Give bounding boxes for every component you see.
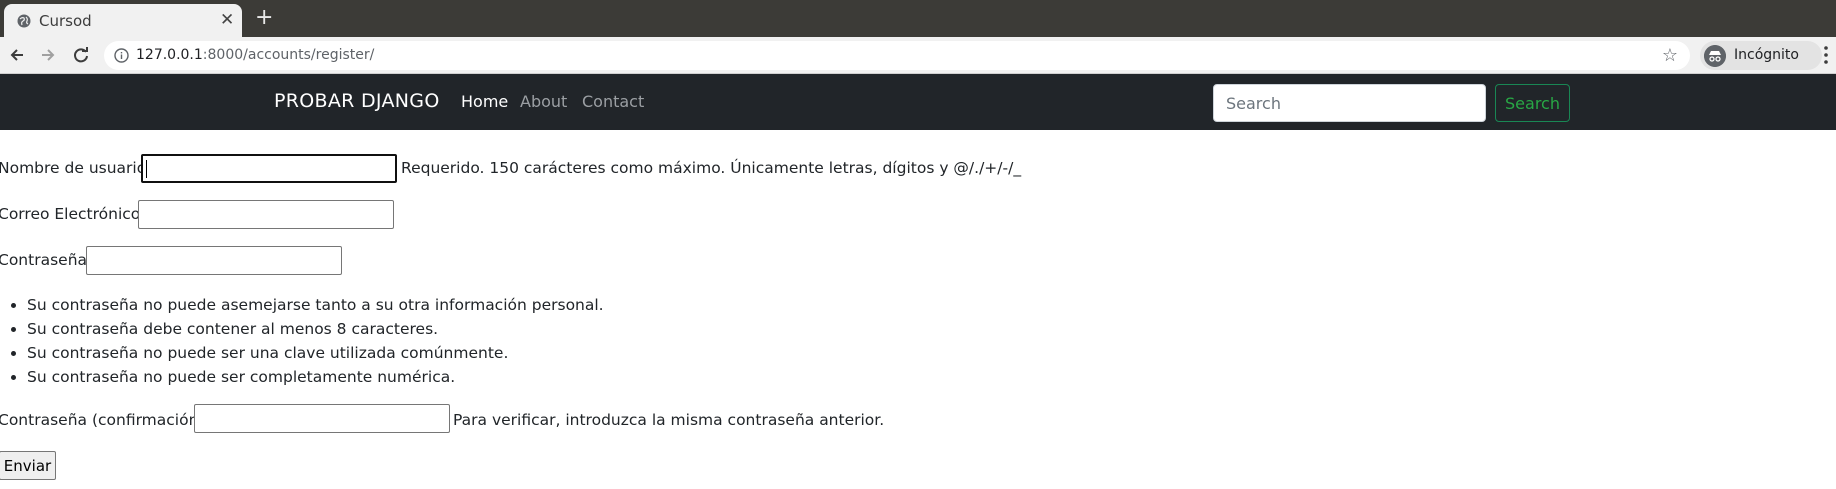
confirm-label: Contraseña (confirmación): xyxy=(0,411,210,429)
list-item: Su contraseña no puede asemejarse tanto … xyxy=(27,293,604,317)
list-item: Su contraseña debe contener al menos 8 c… xyxy=(27,317,604,341)
text-caret xyxy=(146,160,147,178)
site-navbar: PROBAR DJANGO Home About Contact Search xyxy=(0,74,1836,130)
browser-tabstrip: Cursod ✕ + xyxy=(0,0,1836,37)
confirm-help: Para verificar, introduzca la misma cont… xyxy=(453,411,885,429)
password-input[interactable] xyxy=(86,246,342,275)
incognito-label: Incógnito xyxy=(1734,47,1799,63)
password-rules-list: Su contraseña no puede asemejarse tanto … xyxy=(27,293,604,389)
incognito-badge[interactable]: Incógnito xyxy=(1700,41,1822,70)
username-input[interactable] xyxy=(141,154,397,183)
submit-button[interactable]: Enviar xyxy=(0,451,56,480)
email-label: Correo Electrónico: xyxy=(0,205,146,223)
list-item: Su contraseña no puede ser una clave uti… xyxy=(27,341,604,365)
nav-link-about[interactable]: About xyxy=(520,92,567,111)
star-icon[interactable]: ☆ xyxy=(1662,45,1678,66)
confirm-password-input[interactable] xyxy=(194,404,450,433)
plus-icon[interactable]: + xyxy=(255,5,273,31)
username-help: Requerido. 150 carácteres como máximo. Ú… xyxy=(401,159,1022,177)
navbar-brand[interactable]: PROBAR DJANGO xyxy=(274,90,440,112)
email-input[interactable] xyxy=(138,200,394,229)
browser-toolbar: 127.0.0.1:8000/accounts/register/ ☆ Incó… xyxy=(0,37,1836,74)
search-input[interactable] xyxy=(1213,84,1486,122)
incognito-icon xyxy=(1704,45,1726,67)
list-item: Su contraseña no puede ser completamente… xyxy=(27,365,604,389)
forward-icon[interactable] xyxy=(37,44,59,66)
close-icon[interactable]: ✕ xyxy=(220,10,234,30)
username-label: Nombre de usuario: xyxy=(0,159,152,177)
search-button[interactable]: Search xyxy=(1495,84,1570,122)
nav-link-contact[interactable]: Contact xyxy=(582,92,644,111)
info-icon[interactable] xyxy=(114,48,129,63)
nav-link-home[interactable]: Home xyxy=(461,92,508,111)
password-label: Contraseña: xyxy=(0,251,93,269)
kebab-menu-icon[interactable] xyxy=(1823,45,1829,65)
globe-icon xyxy=(17,14,31,28)
browser-tab[interactable]: Cursod ✕ xyxy=(4,4,242,37)
tab-title: Cursod xyxy=(39,12,92,30)
back-icon[interactable] xyxy=(6,44,28,66)
reload-icon[interactable] xyxy=(70,44,92,66)
url-text: 127.0.0.1:8000/accounts/register/ xyxy=(136,47,375,63)
address-bar[interactable]: 127.0.0.1:8000/accounts/register/ ☆ xyxy=(104,41,1690,70)
